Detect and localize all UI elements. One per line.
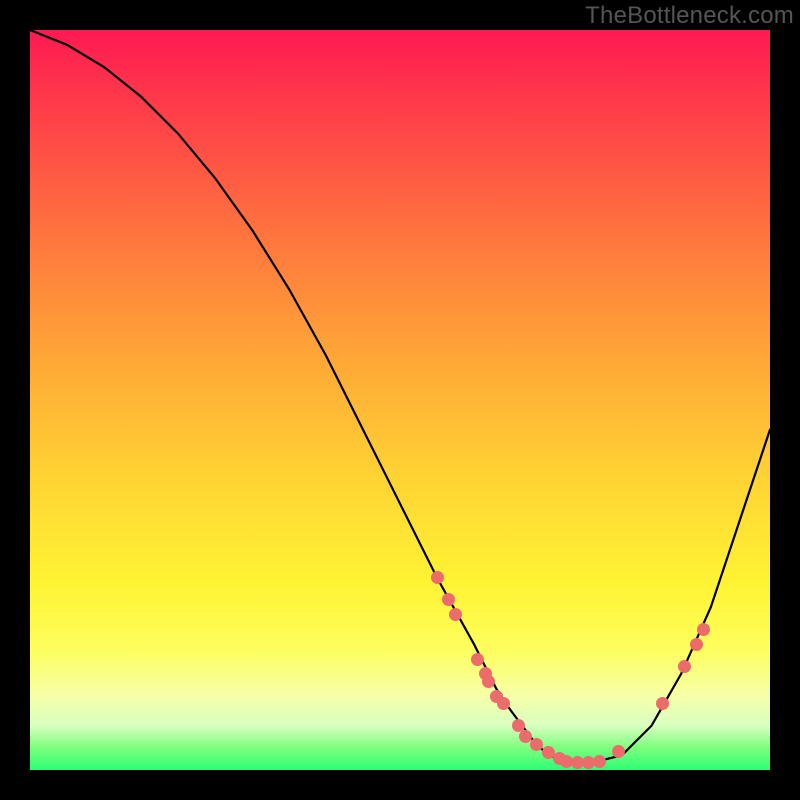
watermark-text: TheBottleneck.com: [585, 2, 794, 30]
data-marker: [471, 653, 484, 666]
data-marker: [431, 571, 444, 584]
data-marker: [442, 593, 455, 606]
bottleneck-curve: [30, 30, 770, 770]
data-marker: [482, 675, 495, 688]
data-marker: [690, 638, 703, 651]
data-marker: [449, 608, 462, 621]
data-marker: [697, 623, 710, 636]
data-marker: [612, 745, 625, 758]
plot-area: [30, 30, 770, 770]
data-marker: [530, 738, 543, 751]
data-marker: [593, 755, 606, 768]
chart-frame: TheBottleneck.com: [0, 0, 800, 800]
data-marker: [656, 697, 669, 710]
data-marker: [497, 697, 510, 710]
